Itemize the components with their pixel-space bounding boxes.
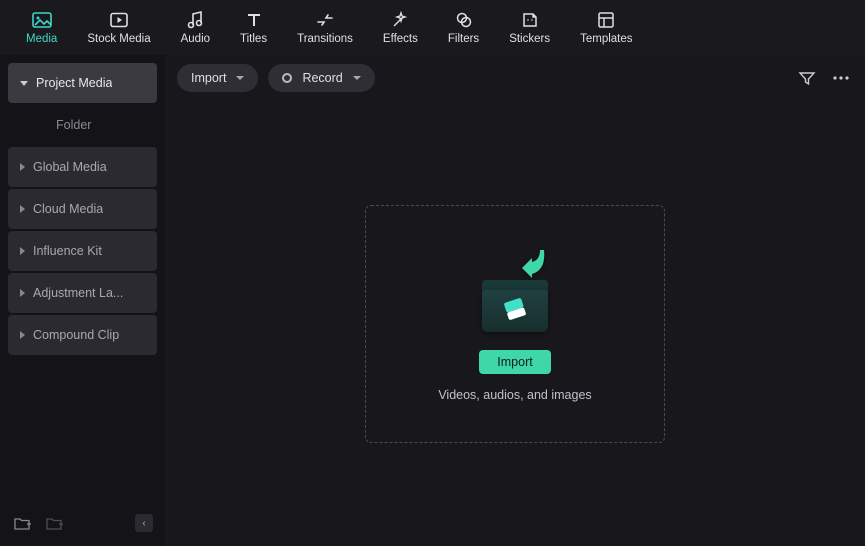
tab-label: Stock Media — [87, 33, 150, 45]
tab-label: Templates — [580, 33, 632, 45]
chevron-down-icon — [20, 81, 28, 86]
transitions-icon — [314, 10, 336, 30]
filter-icon[interactable] — [795, 66, 819, 90]
tab-label: Media — [26, 33, 57, 45]
chevron-down-icon — [353, 76, 361, 80]
sidebar-item-global-media[interactable]: Global Media — [8, 147, 157, 187]
sidebar-subitem-folder[interactable]: Folder — [8, 105, 157, 145]
sidebar-item-label: Adjustment La... — [33, 286, 123, 300]
record-dropdown-label: Record — [302, 71, 342, 85]
sidebar-item-influence-kit[interactable]: Influence Kit — [8, 231, 157, 271]
tab-label: Filters — [448, 33, 479, 45]
stock-media-icon — [108, 10, 130, 30]
new-folder-icon[interactable] — [12, 513, 32, 533]
media-icon — [31, 10, 53, 30]
stickers-icon — [519, 10, 541, 30]
import-dropdown-label: Import — [191, 71, 226, 85]
effects-icon — [389, 10, 411, 30]
tab-label: Transitions — [297, 33, 353, 45]
tab-label: Stickers — [509, 33, 550, 45]
sidebar-item-compound-clip[interactable]: Compound Clip — [8, 315, 157, 355]
templates-icon — [595, 10, 617, 30]
tab-titles[interactable]: Titles — [234, 6, 273, 49]
tab-filters[interactable]: Filters — [442, 6, 485, 49]
sidebar: Project Media Folder Global Media Cloud … — [0, 55, 165, 546]
import-drop-zone[interactable]: Import Videos, audios, and images — [365, 205, 665, 443]
sidebar-item-project-media[interactable]: Project Media — [8, 63, 157, 103]
audio-icon — [184, 10, 206, 30]
tab-effects[interactable]: Effects — [377, 6, 424, 49]
sidebar-item-label: Compound Clip — [33, 328, 119, 342]
sidebar-item-adjustment-layer[interactable]: Adjustment La... — [8, 273, 157, 313]
tab-audio[interactable]: Audio — [175, 6, 216, 49]
top-tabs: Media Stock Media Audio Titles Transitio… — [0, 0, 865, 55]
chevron-right-icon — [20, 331, 25, 339]
titles-icon — [243, 10, 265, 30]
filters-icon — [453, 10, 475, 30]
tab-stickers[interactable]: Stickers — [503, 6, 556, 49]
sidebar-item-label: Cloud Media — [33, 202, 103, 216]
import-dropdown[interactable]: Import — [177, 64, 258, 92]
download-arrow-icon — [518, 248, 546, 278]
chevron-right-icon — [20, 205, 25, 213]
sidebar-item-cloud-media[interactable]: Cloud Media — [8, 189, 157, 229]
record-icon — [282, 73, 292, 83]
delete-folder-icon[interactable] — [44, 513, 64, 533]
tab-label: Audio — [181, 33, 210, 45]
chevron-right-icon — [20, 289, 25, 297]
import-graphic — [470, 246, 560, 336]
collapse-sidebar-button[interactable]: ‹ — [135, 514, 153, 532]
drop-hint-text: Videos, audios, and images — [438, 388, 591, 402]
content-panel: Import Record Import Videos — [165, 55, 865, 546]
tab-label: Effects — [383, 33, 418, 45]
tab-stock-media[interactable]: Stock Media — [81, 6, 156, 49]
chevron-right-icon — [20, 163, 25, 171]
import-button[interactable]: Import — [479, 350, 550, 374]
more-icon[interactable] — [829, 66, 853, 90]
tab-media[interactable]: Media — [20, 6, 63, 49]
sidebar-sub-label: Folder — [56, 118, 91, 132]
chevron-right-icon — [20, 247, 25, 255]
tab-templates[interactable]: Templates — [574, 6, 638, 49]
record-dropdown[interactable]: Record — [268, 64, 374, 92]
tab-label: Titles — [240, 33, 267, 45]
chevron-down-icon — [236, 76, 244, 80]
sidebar-item-label: Project Media — [36, 76, 112, 90]
tab-transitions[interactable]: Transitions — [291, 6, 359, 49]
sidebar-item-label: Global Media — [33, 160, 107, 174]
sidebar-item-label: Influence Kit — [33, 244, 102, 258]
